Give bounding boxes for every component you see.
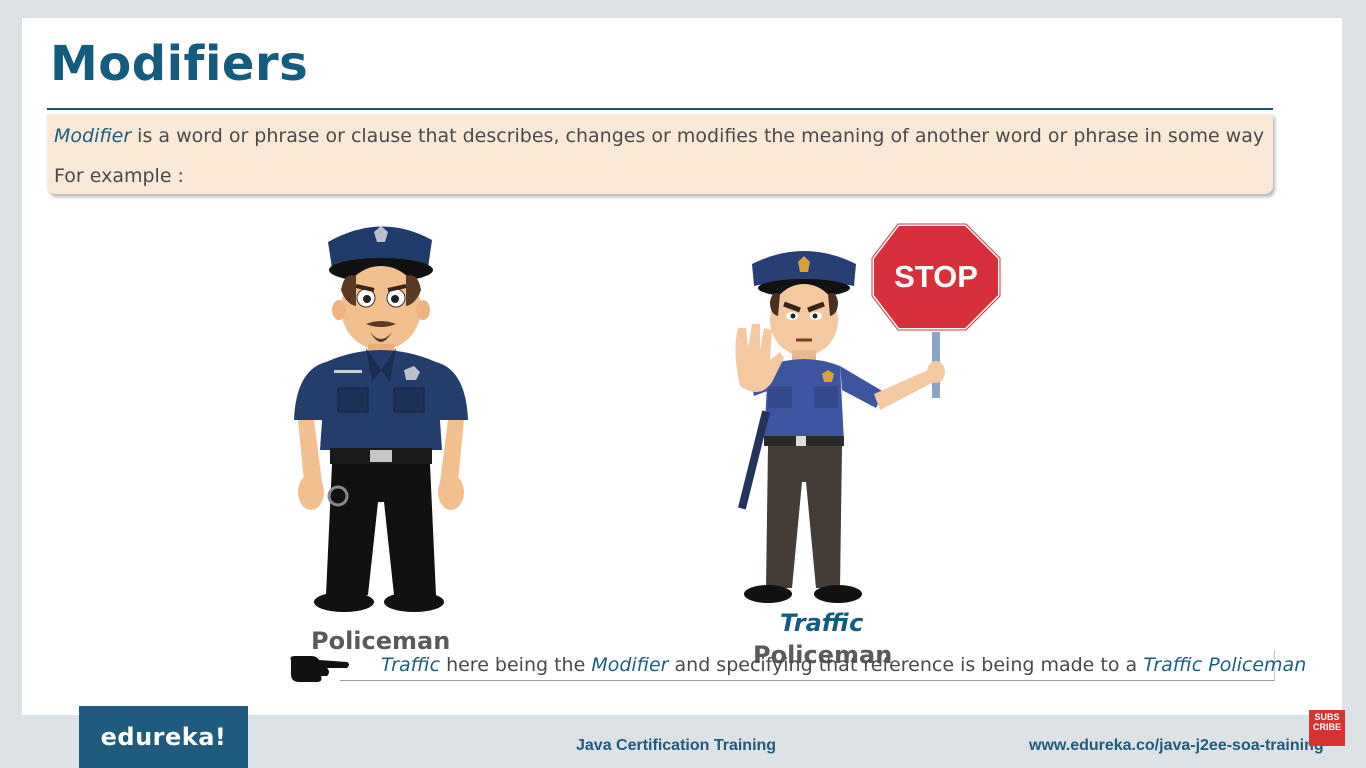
note-modifier: Modifier (591, 654, 669, 676)
slide-title: Modifiers (50, 36, 309, 92)
edureka-logo: edureka! (79, 706, 248, 768)
definition-box: Modifier is a word or phrase or clause t… (47, 114, 1273, 194)
traffic-caption: Traffic (780, 609, 864, 637)
modifier-note: Traffic here being the Modifier and spec… (381, 654, 1306, 676)
example-label: For example : (54, 165, 184, 187)
note-text-1: here being the (440, 654, 592, 676)
definition-rest: is a word or phrase or clause that descr… (131, 125, 1265, 147)
subscribe-button[interactable]: SUBS CRIBE (1309, 710, 1345, 746)
note-traffic: Traffic (381, 654, 441, 676)
note-traffic-policeman: Traffic Policeman (1143, 654, 1307, 676)
definition-term: Modifier (54, 125, 132, 147)
subscribe-top: SUBS (1314, 712, 1340, 722)
title-divider (47, 108, 1273, 110)
policeman-illustration (294, 226, 468, 612)
note-text-2: and specifying that reference is being m… (668, 654, 1144, 676)
traffic-policeman-illustration: STOP (735, 222, 1002, 603)
course-url: www.edureka.co/java-j2ee-soa-training (1029, 737, 1324, 754)
definition-text: Modifier is a word or phrase or clause t… (54, 125, 1264, 147)
course-title: Java Certification Training (576, 737, 777, 754)
stop-sign-text: STOP (894, 259, 978, 294)
subscribe-mid: CRIBE (1312, 722, 1341, 732)
